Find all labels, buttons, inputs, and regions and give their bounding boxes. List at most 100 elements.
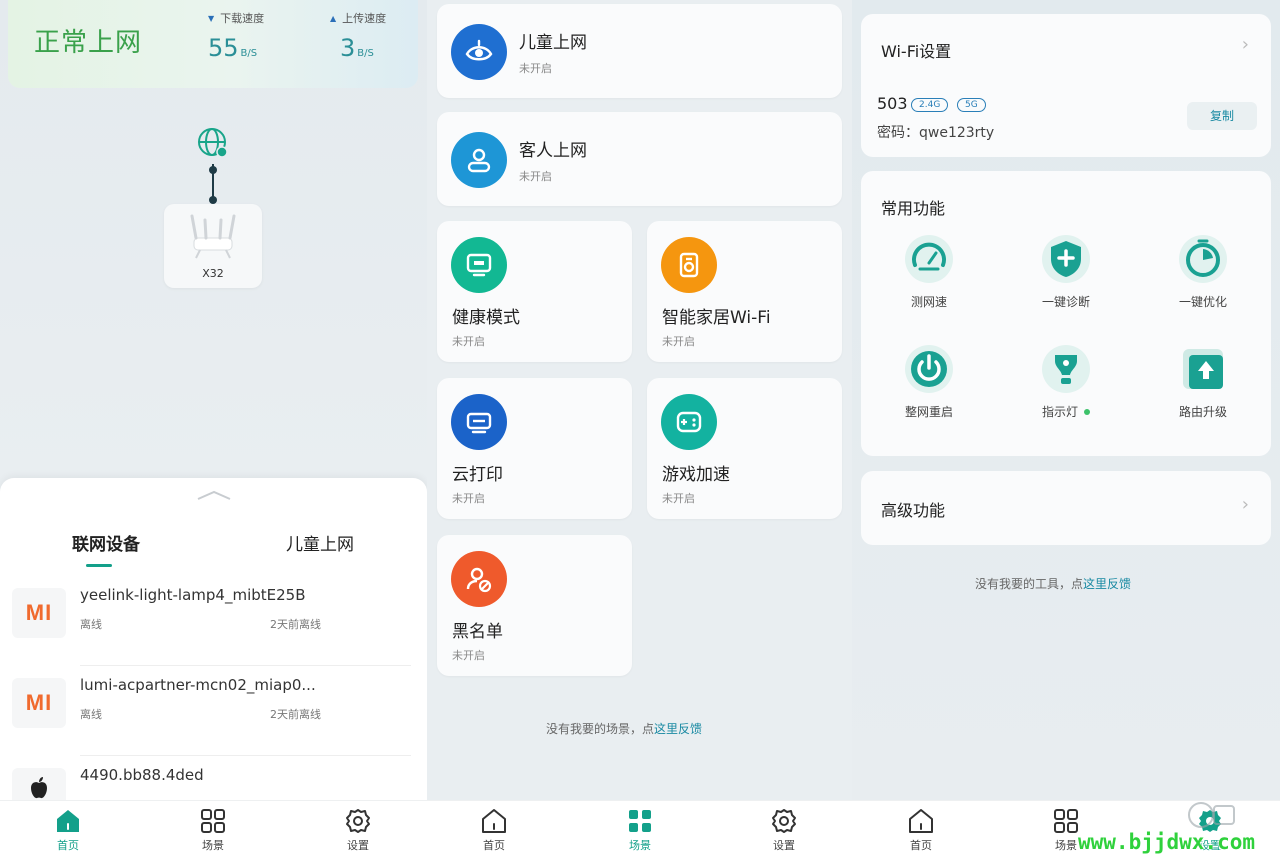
func-diagnose[interactable]: 一键诊断 bbox=[1011, 233, 1121, 310]
device-sheet: 联网设备 儿童上网 MI yeelink-light-lamp4_mibtE25… bbox=[0, 478, 427, 800]
func-speed-test[interactable]: 测网速 bbox=[874, 233, 984, 310]
gear-icon bbox=[772, 809, 796, 833]
scene-card-game-acceleration[interactable]: 游戏加速 未开启 bbox=[647, 378, 842, 519]
download-arrow-icon: ▼ bbox=[208, 13, 215, 23]
smart-home-icon bbox=[661, 237, 717, 293]
func-optimize[interactable]: 一键优化 bbox=[1148, 233, 1258, 310]
scene-title: 智能家居Wi-Fi bbox=[662, 308, 771, 328]
wifi-settings-title: Wi-Fi设置 bbox=[881, 42, 952, 61]
mi-logo-icon: MI bbox=[12, 588, 66, 638]
nav-home[interactable]: 首页 bbox=[38, 807, 98, 853]
scene-title: 儿童上网 bbox=[519, 33, 587, 53]
advanced-functions-title: 高级功能 bbox=[881, 501, 946, 520]
scene-feedback-link[interactable]: 这里反馈 bbox=[654, 722, 702, 736]
home-icon bbox=[909, 809, 933, 833]
scene-status: 未开启 bbox=[519, 170, 552, 183]
device-state: 离线 bbox=[80, 618, 102, 631]
scene-card-health-mode[interactable]: 健康模式 未开启 bbox=[437, 221, 632, 362]
wifi-ssid: 503 bbox=[877, 94, 908, 113]
scene-title: 游戏加速 bbox=[662, 465, 730, 485]
printer-icon bbox=[451, 394, 507, 450]
chevron-up-icon[interactable] bbox=[196, 490, 232, 500]
tools-feedback-link[interactable]: 这里反馈 bbox=[1083, 577, 1131, 591]
chevron-right-icon: › bbox=[1241, 494, 1249, 515]
scene-panel: 儿童上网 未开启 客人上网 未开启 健康模式 未开启 智能家居Wi-Fi 未开启… bbox=[427, 0, 852, 800]
speedometer-icon bbox=[905, 235, 953, 283]
scene-card-guest-online[interactable]: 客人上网 未开启 bbox=[437, 112, 842, 206]
optimize-icon bbox=[1179, 235, 1227, 283]
nav-scene[interactable]: 场景 bbox=[183, 807, 243, 853]
device-name: yeelink-light-lamp4_mibtE25B bbox=[80, 586, 306, 604]
network-status-card: 正常上网 ▼ 下载速度 55 B/S ▲ 上传速度 3 B/S bbox=[8, 0, 418, 88]
watermark-text: www.bjjdwx.com bbox=[1078, 830, 1256, 854]
power-icon bbox=[905, 345, 953, 393]
tab-indicator bbox=[86, 564, 112, 567]
grid-icon bbox=[201, 809, 225, 833]
nav-scene[interactable]: 场景 bbox=[610, 807, 670, 853]
common-functions-title: 常用功能 bbox=[881, 199, 946, 218]
connection-line bbox=[212, 164, 214, 200]
upload-speed: ▲ 上传速度 3 B/S bbox=[330, 12, 387, 62]
func-indicator-light[interactable]: 指示灯 bbox=[1011, 343, 1121, 420]
mi-logo-icon: MI bbox=[12, 678, 66, 728]
child-eye-icon bbox=[451, 24, 507, 80]
band-badge-2g: 2.4G bbox=[911, 98, 949, 112]
device-row[interactable]: 4490.bb88.4ded bbox=[0, 758, 427, 800]
internet-globe-icon[interactable] bbox=[196, 126, 230, 160]
home-icon bbox=[482, 809, 506, 833]
upload-arrow-icon: ▲ bbox=[330, 13, 337, 23]
scene-status: 未开启 bbox=[662, 492, 695, 505]
nav-home[interactable]: 首页 bbox=[464, 807, 524, 853]
device-row[interactable]: MI yeelink-light-lamp4_mibtE25B 离线 2天前离线 bbox=[0, 578, 427, 666]
download-value: 55 bbox=[208, 34, 239, 62]
bulb-icon bbox=[1042, 345, 1090, 393]
scene-card-blacklist[interactable]: 黑名单 未开启 bbox=[437, 535, 632, 676]
apple-logo-icon bbox=[12, 768, 66, 800]
scene-feedback: 没有我要的场景，点这里反馈 bbox=[546, 722, 703, 736]
wifi-settings-card[interactable]: Wi-Fi设置 › 503 2.4G 5G 密码：qwe123rty 复制 bbox=[861, 14, 1271, 157]
grid-icon bbox=[1054, 809, 1078, 833]
device-offline-time: 2天前离线 bbox=[270, 708, 321, 721]
scene-status: 未开启 bbox=[452, 335, 485, 348]
device-name: lumi-acpartner-mcn02_miap0... bbox=[80, 676, 316, 694]
scene-status: 未开启 bbox=[452, 649, 485, 662]
tab-connected-devices[interactable]: 联网设备 bbox=[72, 530, 140, 555]
upload-value: 3 bbox=[340, 34, 356, 62]
guest-person-icon bbox=[451, 132, 507, 188]
tab-child-online[interactable]: 儿童上网 bbox=[286, 530, 354, 555]
upgrade-icon bbox=[1183, 349, 1223, 389]
scene-card-smart-home-wifi[interactable]: 智能家居Wi-Fi 未开启 bbox=[647, 221, 842, 362]
band-badge-5g: 5G bbox=[957, 98, 986, 112]
chevron-right-icon: › bbox=[1241, 34, 1249, 55]
gamepad-icon bbox=[661, 394, 717, 450]
gear-icon bbox=[346, 809, 370, 833]
router-card[interactable]: X32 bbox=[164, 204, 262, 288]
nav-home[interactable]: 首页 bbox=[891, 807, 951, 853]
nav-settings[interactable]: 设置 bbox=[328, 807, 388, 853]
scene-card-child-online[interactable]: 儿童上网 未开启 bbox=[437, 4, 842, 98]
monitor-icon bbox=[451, 237, 507, 293]
link-dot-bottom bbox=[209, 196, 217, 204]
scene-title: 云打印 bbox=[452, 465, 503, 485]
download-speed: ▼ 下载速度 55 B/S bbox=[208, 12, 265, 62]
tools-feedback: 没有我要的工具，点这里反馈 bbox=[975, 577, 1132, 591]
settings-panel: Wi-Fi设置 › 503 2.4G 5G 密码：qwe123rty 复制 常用… bbox=[852, 0, 1280, 800]
router-name: X32 bbox=[202, 267, 224, 280]
nav-settings[interactable]: 设置 bbox=[754, 807, 814, 853]
wifi-password: 密码：qwe123rty bbox=[877, 125, 995, 141]
scene-title: 健康模式 bbox=[452, 308, 520, 328]
device-state: 离线 bbox=[80, 708, 102, 721]
scene-card-cloud-print[interactable]: 云打印 未开启 bbox=[437, 378, 632, 519]
func-router-upgrade[interactable]: 路由升级 bbox=[1148, 343, 1258, 420]
watermark-router-logo bbox=[1188, 802, 1235, 828]
advanced-functions-card[interactable]: 高级功能 › bbox=[861, 471, 1271, 545]
func-network-restart[interactable]: 整网重启 bbox=[874, 343, 984, 420]
home-icon bbox=[57, 810, 79, 832]
scene-status: 未开启 bbox=[519, 62, 552, 75]
indicator-on-dot bbox=[1084, 408, 1090, 415]
device-offline-time: 2天前离线 bbox=[270, 618, 321, 631]
device-row[interactable]: MI lumi-acpartner-mcn02_miap0... 离线 2天前离… bbox=[0, 668, 427, 756]
common-functions-card: 常用功能 测网速 一键诊断 一键优化 整网重启 指示灯 路由升级 bbox=[861, 171, 1271, 456]
copy-password-button[interactable]: 复制 bbox=[1187, 102, 1257, 130]
scene-title: 客人上网 bbox=[519, 141, 587, 161]
